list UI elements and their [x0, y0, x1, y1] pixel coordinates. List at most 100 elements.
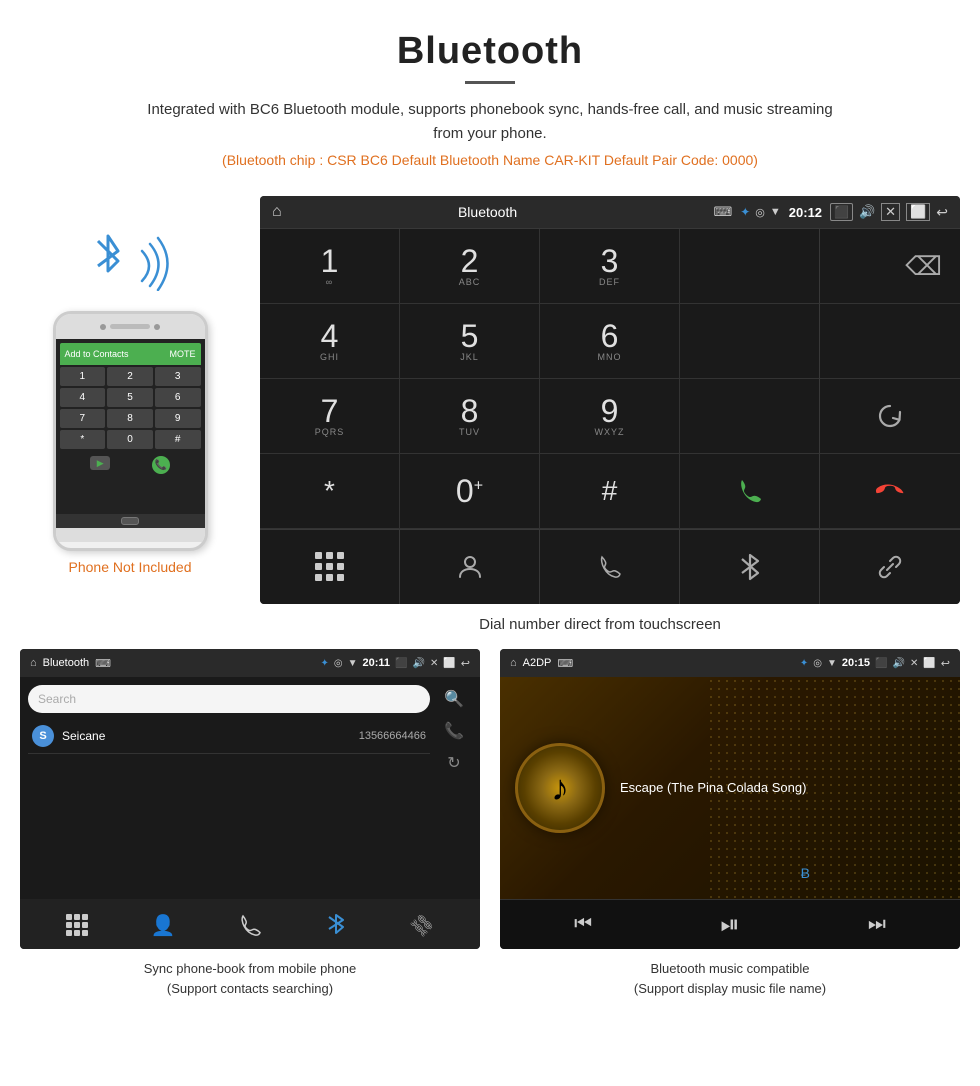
- key-5[interactable]: 5: [107, 388, 153, 407]
- dial-key-4[interactable]: 4 GHI: [260, 304, 400, 379]
- eq-icon[interactable]: ✕: [881, 203, 900, 221]
- key-1[interactable]: 1: [60, 367, 106, 386]
- music-next-icon[interactable]: ⏭: [868, 913, 886, 936]
- key-6[interactable]: 6: [155, 388, 201, 407]
- action-person[interactable]: [400, 530, 540, 604]
- volume-icon[interactable]: 🔊: [859, 204, 875, 220]
- pb-status-right: ✦ ◎ ▼ 20:11 ⬛ 🔊 ✕ ⬜ ↩: [320, 657, 470, 670]
- pb-link-icon[interactable]: ⛓: [407, 909, 438, 940]
- key-0[interactable]: 0: [107, 430, 153, 449]
- key-7[interactable]: 7: [60, 409, 106, 428]
- pb-grid-icon[interactable]: [66, 914, 88, 936]
- phonebook-bottom-bar: 👤 ⛓: [20, 899, 480, 949]
- action-bluetooth[interactable]: [680, 530, 820, 604]
- music-status-bar: ⌂ A2DP ⌨ ✦ ◎ ▼ 20:15 ⬛ 🔊 ✕ ⬜ ↩: [500, 649, 960, 677]
- dial-key-3[interactable]: 3 DEF: [540, 229, 680, 304]
- title-divider: [465, 81, 515, 84]
- backspace-icon: ⌫: [905, 251, 942, 282]
- music-note-icon: ♪: [551, 767, 569, 809]
- dial-key-2[interactable]: 2 ABC: [400, 229, 540, 304]
- mu-usb-icon: ⌨: [557, 657, 573, 670]
- mu-win-icon: ⬜: [923, 658, 935, 669]
- pb-person-icon-active[interactable]: 👤: [151, 913, 176, 938]
- dial-key-star[interactable]: *: [260, 454, 400, 529]
- dial-key-8[interactable]: 8 TUV: [400, 379, 540, 454]
- search-bar[interactable]: Search: [28, 685, 430, 713]
- contact-row[interactable]: S Seicane 13566664466: [28, 719, 430, 754]
- phonebook-list: Search S Seicane 13566664466: [28, 685, 430, 891]
- pb-sync-icon[interactable]: ↻: [447, 753, 460, 773]
- page-header: Bluetooth Integrated with BC6 Bluetooth …: [0, 0, 980, 196]
- pb-screen-title: Bluetooth: [43, 657, 89, 669]
- back-icon[interactable]: ↩: [936, 204, 948, 221]
- dial-call-green[interactable]: [680, 454, 820, 529]
- phone-call-button[interactable]: 📞: [152, 456, 170, 474]
- key-hash[interactable]: #: [155, 430, 201, 449]
- dial-refresh[interactable]: [820, 379, 960, 454]
- action-phone[interactable]: [540, 530, 680, 604]
- camera-icon[interactable]: ⬛: [830, 203, 853, 221]
- phonebook-sidebar: 🔍 📞 ↻: [436, 685, 472, 891]
- dial-key-0[interactable]: 0+: [400, 454, 540, 529]
- signal-waves: [137, 236, 175, 291]
- dial-key-5[interactable]: 5 JKL: [400, 304, 540, 379]
- usb-icon: ⌨: [713, 204, 732, 220]
- dial-bottom-bar: [260, 529, 960, 604]
- pb-home-icon[interactable]: ⌂: [30, 657, 37, 669]
- pb-win-icon: ⬜: [443, 658, 455, 669]
- pb-bottom-icons: 👤 ⛓: [35, 911, 465, 939]
- phonebook-status-bar: ⌂ Bluetooth ⌨ ✦ ◎ ▼ 20:11 ⬛ 🔊 ✕ ⬜ ↩: [20, 649, 480, 677]
- pb-bt-icon-bottom[interactable]: [324, 911, 348, 939]
- mu-vol-icon: 🔊: [892, 658, 904, 669]
- mu-back-icon[interactable]: ↩: [941, 657, 950, 670]
- music-wrapper: ⌂ A2DP ⌨ ✦ ◎ ▼ 20:15 ⬛ 🔊 ✕ ⬜ ↩: [500, 649, 960, 1003]
- mu-status-right: ✦ ◎ ▼ 20:15 ⬛ 🔊 ✕ ⬜ ↩: [800, 657, 950, 670]
- mu-screen-title: A2DP: [523, 657, 552, 669]
- mu-bt-icon: ✦: [800, 658, 808, 669]
- pb-call-icon[interactable]: [238, 913, 262, 937]
- pb-back-icon[interactable]: ↩: [461, 657, 470, 670]
- key-8[interactable]: 8: [107, 409, 153, 428]
- phone-screen: Add to Contacts MOTE 1 2 3 4 5 6 7 8 9 *…: [56, 339, 205, 514]
- mu-loc-icon: ◎: [813, 658, 822, 669]
- phone-top-bar: [56, 314, 205, 339]
- dial-key-9[interactable]: 9 WXYZ: [540, 379, 680, 454]
- dial-key-1[interactable]: 1 ∞: [260, 229, 400, 304]
- grid-icon: [315, 552, 345, 582]
- pb-sig-icon: ▼: [348, 658, 358, 669]
- phonebook-content: Search S Seicane 13566664466 🔍 📞 ↻: [20, 677, 480, 899]
- pb-phone-icon[interactable]: 📞: [444, 721, 464, 741]
- phone-speaker: [110, 324, 150, 329]
- status-icons: ✦ ◎ ▼: [740, 205, 781, 219]
- key-star[interactable]: *: [60, 430, 106, 449]
- action-grid[interactable]: [260, 530, 400, 604]
- music-play-pause-icon[interactable]: ⏯: [720, 911, 739, 939]
- phone-home-button[interactable]: [121, 517, 139, 525]
- dial-call-red[interactable]: [820, 454, 960, 529]
- key-9[interactable]: 9: [155, 409, 201, 428]
- dial-backspace[interactable]: ⌫: [820, 229, 960, 304]
- dial-key-hash[interactable]: #: [540, 454, 680, 529]
- search-placeholder: Search: [38, 692, 76, 706]
- status-bar: ⌂ Bluetooth ⌨ ✦ ◎ ▼ 20:12 ⬛ 🔊 ✕ ⬜ ↩: [260, 196, 960, 228]
- phone-bottom-nav: [56, 514, 205, 528]
- dial-empty-3: [820, 304, 960, 379]
- action-link[interactable]: [820, 530, 960, 604]
- dial-key-6[interactable]: 6 MNO: [540, 304, 680, 379]
- key-4[interactable]: 4: [60, 388, 106, 407]
- dial-empty-4: [680, 379, 820, 454]
- mu-home-icon[interactable]: ⌂: [510, 657, 517, 669]
- pb-eq-icon: ✕: [430, 658, 438, 669]
- pb-vol-icon: 🔊: [412, 658, 424, 669]
- key-3[interactable]: 3: [155, 367, 201, 386]
- phone-dot: [154, 324, 160, 330]
- mu-time: 20:15: [842, 657, 870, 669]
- dial-key-7[interactable]: 7 PQRS: [260, 379, 400, 454]
- pb-search-icon[interactable]: 🔍: [444, 689, 464, 709]
- music-controls-bar: ⏮ ⏯ ⏭: [500, 899, 960, 949]
- music-info: Escape (The Pina Colada Song): [620, 779, 945, 797]
- key-2[interactable]: 2: [107, 367, 153, 386]
- phonebook-caption: Sync phone-book from mobile phone(Suppor…: [20, 949, 480, 1003]
- window-icon[interactable]: ⬜: [906, 203, 930, 221]
- music-prev-icon[interactable]: ⏮: [574, 913, 592, 936]
